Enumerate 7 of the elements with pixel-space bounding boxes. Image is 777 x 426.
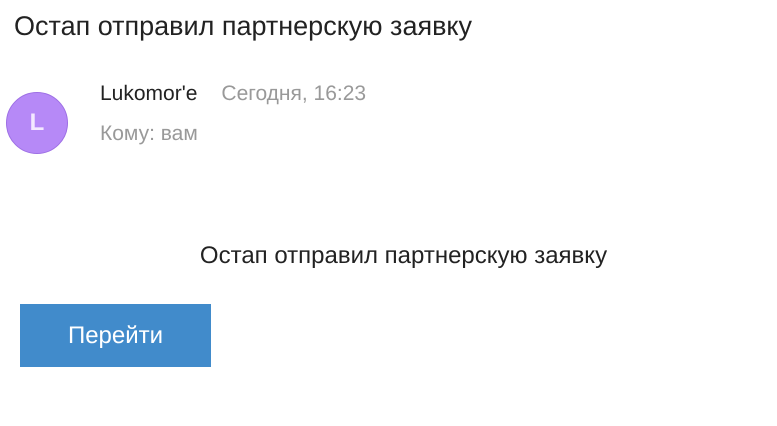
sender-name: Lukomor'e <box>100 82 198 106</box>
recipient-label: Кому: вам <box>100 122 199 146</box>
message-text: Остап отправил партнерскую заявку <box>200 242 608 270</box>
sender-avatar: L <box>6 92 68 154</box>
message-date: Сегодня, 16:23 <box>221 82 366 106</box>
go-button[interactable]: Перейти <box>20 304 211 367</box>
email-subject: Остап отправил партнерскую заявку <box>14 10 474 43</box>
